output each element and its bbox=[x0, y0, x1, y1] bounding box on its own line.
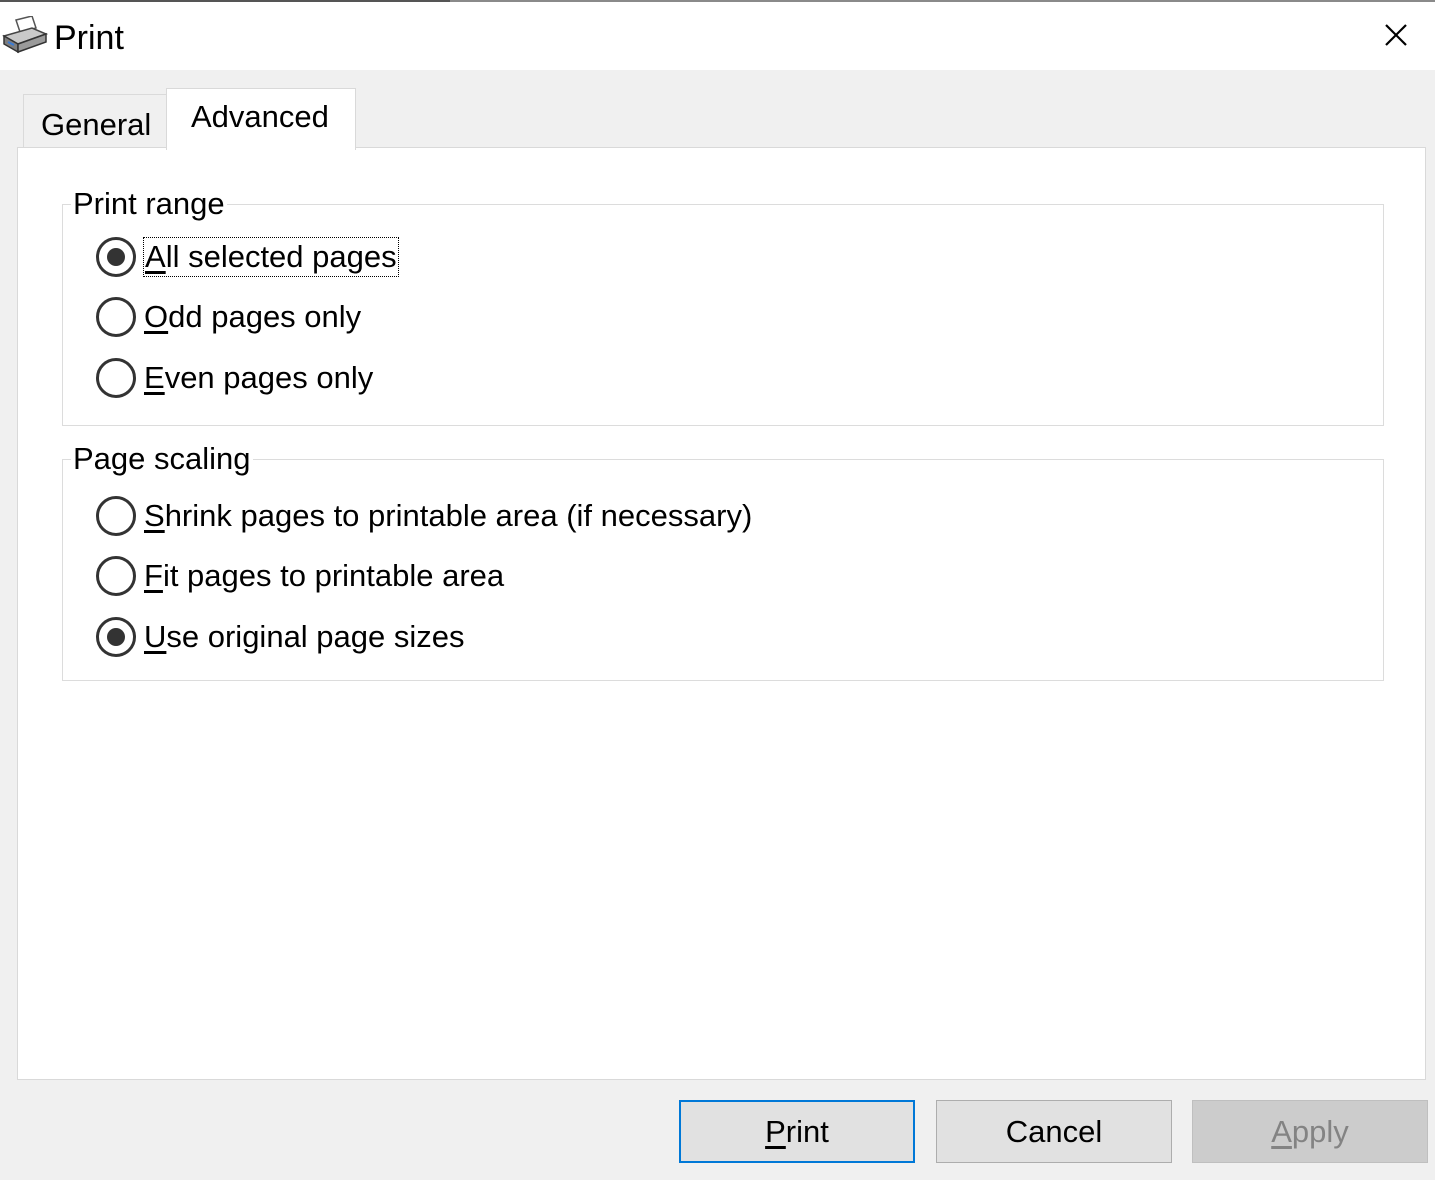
radio-shrink-pages[interactable]: Shrink pages to printable area (if neces… bbox=[96, 495, 752, 537]
radio-all-selected-pages[interactable]: All selected pages bbox=[96, 236, 399, 278]
close-icon bbox=[1385, 23, 1407, 51]
title-bar: Print bbox=[0, 2, 1435, 70]
radio-button[interactable] bbox=[96, 358, 136, 398]
print-range-group: Print range All selected pages Odd pages… bbox=[62, 185, 1384, 426]
tab-general[interactable]: General bbox=[23, 94, 167, 148]
radio-label: All selected pages bbox=[143, 237, 399, 277]
radio-even-pages-only[interactable]: Even pages only bbox=[96, 357, 373, 399]
tab-advanced[interactable]: Advanced bbox=[166, 88, 356, 150]
printer-icon bbox=[2, 15, 49, 56]
radio-button[interactable] bbox=[96, 297, 136, 337]
radio-label: Fit pages to printable area bbox=[144, 558, 505, 593]
page-scaling-group: Page scaling Shrink pages to printable a… bbox=[62, 440, 1384, 681]
radio-button[interactable] bbox=[96, 496, 136, 536]
tab-general-label: General bbox=[41, 107, 152, 142]
radio-label: Odd pages only bbox=[144, 299, 362, 334]
radio-button-checked[interactable] bbox=[96, 237, 136, 277]
cancel-button[interactable]: Cancel bbox=[936, 1100, 1172, 1163]
page-scaling-legend: Page scaling bbox=[71, 440, 253, 478]
radio-label: Even pages only bbox=[144, 360, 374, 395]
radio-button-checked[interactable] bbox=[96, 617, 136, 657]
radio-label: Use original page sizes bbox=[144, 619, 465, 654]
radio-odd-pages-only[interactable]: Odd pages only bbox=[96, 296, 361, 338]
tab-panel-advanced: Print range All selected pages Odd pages… bbox=[17, 147, 1426, 1080]
print-button[interactable]: Print bbox=[679, 1100, 915, 1163]
radio-original-page-sizes[interactable]: Use original page sizes bbox=[96, 616, 465, 658]
apply-button[interactable]: Apply bbox=[1192, 1100, 1428, 1163]
radio-label: Shrink pages to printable area (if neces… bbox=[144, 498, 753, 533]
tab-advanced-label: Advanced bbox=[191, 99, 329, 134]
print-range-legend: Print range bbox=[71, 185, 227, 223]
window-title: Print bbox=[54, 19, 124, 57]
radio-fit-pages[interactable]: Fit pages to printable area bbox=[96, 555, 504, 597]
close-button[interactable] bbox=[1371, 12, 1421, 62]
radio-button[interactable] bbox=[96, 556, 136, 596]
